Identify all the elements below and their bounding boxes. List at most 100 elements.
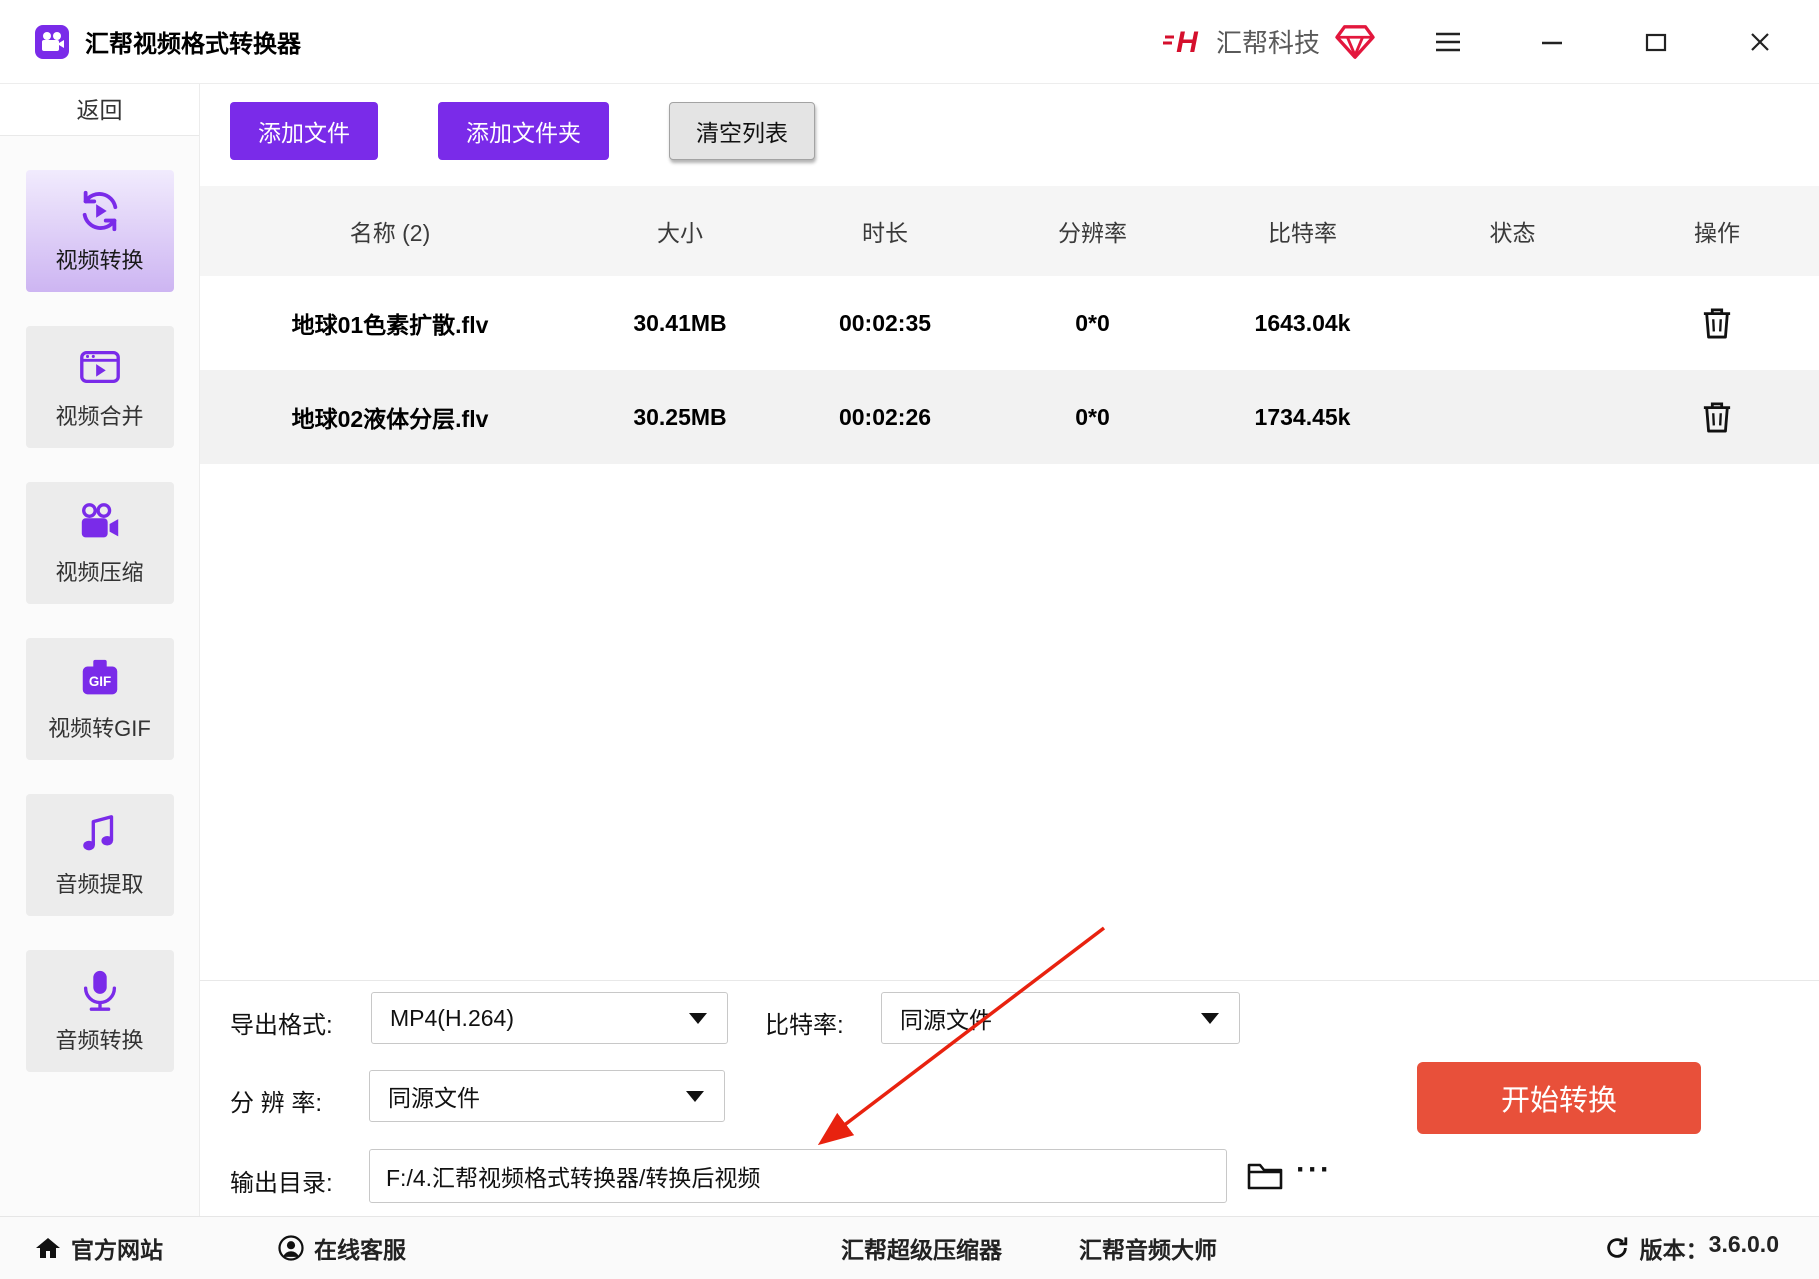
sidebar-item-label: 视频转换 bbox=[55, 247, 144, 273]
export-format-select[interactable]: MP4(H.264) bbox=[371, 992, 728, 1044]
file-size: 30.41MB bbox=[633, 309, 727, 336]
sidebar-item-video-merge[interactable]: 视频合并 bbox=[25, 326, 174, 448]
audio-master-label: 汇帮音频大师 bbox=[1079, 1237, 1217, 1263]
resolution-value: 同源文件 bbox=[388, 1085, 480, 1111]
start-convert-button[interactable]: 开始转换 bbox=[1417, 1062, 1701, 1134]
file-name: 地球01色素扩散.flv bbox=[291, 312, 489, 338]
chevron-down-icon bbox=[1201, 1013, 1219, 1024]
sidebar-item-video-compress[interactable]: 视频压缩 bbox=[25, 482, 174, 604]
export-format-label: 导出格式: bbox=[230, 1012, 333, 1039]
window-controls bbox=[1434, 28, 1819, 56]
refresh-icon bbox=[1606, 1237, 1627, 1258]
back-button[interactable]: 返回 bbox=[0, 84, 199, 136]
file-bitrate: 1643.04k bbox=[1254, 309, 1351, 336]
brand-name: 汇帮科技 bbox=[1215, 28, 1320, 58]
file-duration: 00:02:26 bbox=[838, 403, 932, 430]
resolution-label: 分 辨 率: bbox=[230, 1090, 323, 1117]
sidebar-item-label: 音频提取 bbox=[55, 871, 144, 897]
folder-icon bbox=[1247, 1163, 1283, 1190]
version-value: 3.6.0.0 bbox=[1708, 1231, 1779, 1257]
svg-text:H: H bbox=[1176, 26, 1199, 59]
add-folder-button[interactable]: 添加文件夹 bbox=[438, 102, 609, 160]
menu-button[interactable] bbox=[1434, 28, 1462, 56]
file-bitrate: 1734.45k bbox=[1254, 403, 1351, 430]
file-size: 30.25MB bbox=[633, 403, 727, 430]
file-resolution: 0*0 bbox=[1075, 403, 1110, 430]
svg-text:GIF: GIF bbox=[88, 674, 110, 689]
sidebar-item-video-to-gif[interactable]: GIF 视频转GIF bbox=[25, 638, 174, 760]
main-panel: 添加文件 添加文件夹 清空列表 名称 (2) 大小 时长 分辨率 比特率 状态 … bbox=[200, 84, 1819, 1216]
clear-list-button[interactable]: 清空列表 bbox=[669, 102, 815, 160]
audio-master-link[interactable]: 汇帮音频大师 bbox=[1079, 1217, 1217, 1279]
statusbar: 官方网站 在线客服 汇帮超级压缩器 汇帮音频大师 版本： 3.6.0.0 bbox=[0, 1216, 1819, 1279]
close-icon bbox=[1751, 32, 1769, 51]
bitrate-select[interactable]: 同源文件 bbox=[881, 992, 1240, 1044]
online-support-label: 在线客服 bbox=[314, 1237, 406, 1263]
video-convert-icon bbox=[82, 190, 117, 231]
bitrate-label: 比特率: bbox=[765, 1012, 844, 1039]
file-name: 地球02液体分层.flv bbox=[291, 406, 489, 432]
col-header-action: 操作 bbox=[1694, 220, 1740, 246]
audio-convert-icon bbox=[83, 970, 116, 1011]
version-info[interactable]: 版本： 3.6.0.0 bbox=[1604, 1217, 1779, 1279]
sidebar-item-label: 视频压缩 bbox=[55, 559, 144, 585]
bitrate-value: 同源文件 bbox=[900, 1007, 992, 1033]
output-dir-label: 输出目录: bbox=[230, 1170, 333, 1197]
minimize-button[interactable] bbox=[1538, 28, 1566, 56]
super-compressor-label: 汇帮超级压缩器 bbox=[841, 1237, 1002, 1263]
sidebar-item-video-convert[interactable]: 视频转换 bbox=[25, 170, 174, 292]
version-text: 版本： 3.6.0.0 bbox=[1640, 1231, 1779, 1265]
sidebar: 返回 视频转换 视频合并 视频压缩 GIF 视频转GIF 音频提取 音频转换 bbox=[0, 84, 200, 1216]
add-file-button[interactable]: 添加文件 bbox=[230, 102, 378, 160]
version-label: 版本： bbox=[1639, 1237, 1709, 1263]
col-header-size: 大小 bbox=[657, 220, 703, 246]
resolution-select[interactable]: 同源文件 bbox=[369, 1070, 725, 1122]
output-dir-input[interactable] bbox=[369, 1149, 1227, 1203]
sidebar-item-label: 音频转换 bbox=[55, 1027, 144, 1053]
online-support-link[interactable]: 在线客服 bbox=[278, 1217, 406, 1279]
official-site-link[interactable]: 官方网站 bbox=[35, 1217, 163, 1279]
audio-extract-icon bbox=[82, 814, 113, 850]
more-options-button[interactable]: ··· bbox=[1296, 1153, 1332, 1187]
col-header-duration: 时长 bbox=[862, 220, 908, 246]
brand: H 汇帮科技 bbox=[1162, 22, 1376, 62]
col-header-status: 状态 bbox=[1489, 220, 1536, 246]
app-title: 汇帮视频格式转换器 bbox=[85, 31, 301, 58]
settings-panel: 导出格式: MP4(H.264) 比特率: 同源文件 分 辨 率: 同源文件 开… bbox=[200, 980, 1819, 1216]
folder-browse-button[interactable] bbox=[1247, 1161, 1283, 1196]
chevron-down-icon bbox=[686, 1091, 704, 1102]
file-resolution: 0*0 bbox=[1075, 309, 1110, 336]
home-icon bbox=[36, 1238, 60, 1258]
export-format-value: MP4(H.264) bbox=[390, 1004, 514, 1031]
file-duration: 00:02:35 bbox=[838, 309, 932, 336]
person-icon bbox=[278, 1235, 304, 1261]
delete-file-button[interactable] bbox=[1702, 307, 1732, 339]
hamburger-icon bbox=[1436, 32, 1460, 51]
table-row[interactable]: 地球02液体分层.flv 30.25MB 00:02:26 0*0 1734.4… bbox=[200, 370, 1819, 464]
trash-icon bbox=[1703, 308, 1731, 339]
vip-gem-icon[interactable] bbox=[1334, 23, 1376, 61]
delete-file-button[interactable] bbox=[1702, 401, 1732, 433]
video-compress-icon bbox=[81, 502, 118, 537]
toolbar: 添加文件 添加文件夹 清空列表 bbox=[230, 102, 815, 160]
table-row[interactable]: 地球01色素扩散.flv 30.41MB 00:02:35 0*0 1643.0… bbox=[200, 276, 1819, 370]
video-merge-icon bbox=[79, 350, 120, 383]
maximize-icon bbox=[1645, 33, 1667, 51]
close-button[interactable] bbox=[1746, 28, 1774, 56]
video-to-gif-icon: GIF bbox=[82, 659, 117, 694]
titlebar: 汇帮视频格式转换器 H 汇帮科技 bbox=[0, 0, 1819, 84]
sidebar-item-audio-extract[interactable]: 音频提取 bbox=[25, 794, 174, 916]
sidebar-item-audio-convert[interactable]: 音频转换 bbox=[25, 950, 174, 1072]
chevron-down-icon bbox=[689, 1013, 707, 1024]
col-header-name: 名称 (2) bbox=[349, 220, 431, 246]
maximize-button[interactable] bbox=[1642, 28, 1670, 56]
sidebar-item-label: 视频转GIF bbox=[48, 715, 151, 741]
brand-logo-icon: H bbox=[1162, 26, 1199, 59]
trash-icon bbox=[1703, 402, 1731, 433]
col-header-resolution: 分辨率 bbox=[1058, 220, 1127, 246]
app-icon bbox=[35, 24, 69, 59]
official-site-label: 官方网站 bbox=[71, 1237, 163, 1263]
sidebar-item-label: 视频合并 bbox=[55, 403, 144, 429]
super-compressor-link[interactable]: 汇帮超级压缩器 bbox=[841, 1217, 1002, 1279]
col-header-bitrate: 比特率 bbox=[1268, 220, 1337, 246]
